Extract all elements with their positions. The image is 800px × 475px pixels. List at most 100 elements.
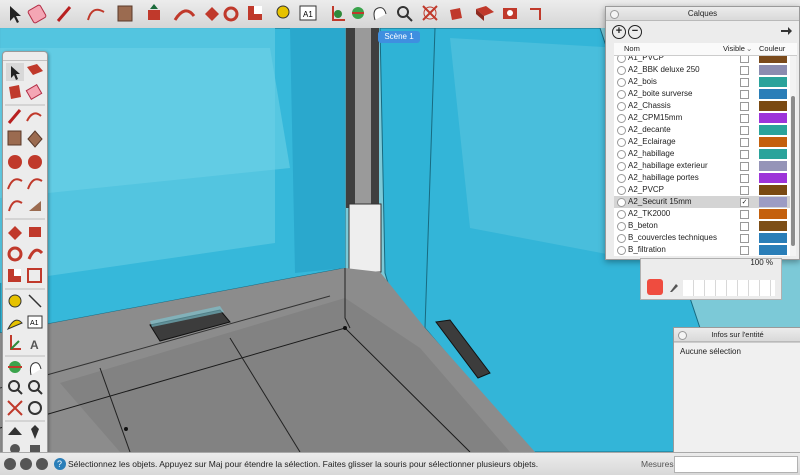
layer-color-swatch[interactable] [759,209,787,219]
3dtext-icon[interactable]: A [30,338,39,352]
active-layer-radio[interactable] [617,246,626,255]
layer-row[interactable]: B_filtration [614,244,790,256]
layer-visible-checkbox[interactable]: ✓ [740,198,749,207]
layer-row[interactable]: A2_habillage portes [614,172,790,184]
active-layer-radio[interactable] [617,56,626,63]
layer-visible-checkbox[interactable] [740,150,749,159]
layer-row[interactable]: A2_TK2000 [614,208,790,220]
active-layer-radio[interactable] [617,102,626,111]
layer-row[interactable]: A2_boite surverse [614,88,790,100]
layer-color-swatch[interactable] [759,173,787,183]
help-icon[interactable]: ? [54,458,66,470]
pan-icon[interactable] [352,7,364,19]
tab-scene-1[interactable]: Scène 1 [378,31,420,43]
position-camera-icon[interactable] [8,427,22,435]
follow-me-icon[interactable] [173,9,196,21]
pencil-icon[interactable] [7,109,22,124]
scroll-thumb[interactable] [791,96,795,246]
paint-bucket-icon[interactable] [450,8,462,20]
hand-icon[interactable] [373,7,387,21]
layer-color-swatch[interactable] [759,149,787,159]
rectangle-icon[interactable] [117,5,133,22]
layer-visible-checkbox[interactable] [740,210,749,219]
pencil-icon[interactable] [56,6,72,22]
tape-icon[interactable] [8,294,22,308]
active-layer-radio[interactable] [617,126,626,135]
header-name[interactable]: Nom [624,43,640,55]
layer-visible-checkbox[interactable] [740,90,749,99]
component-icon[interactable] [476,6,494,21]
layer-row[interactable]: A2_Securit 15mm ✓ [614,196,790,208]
zoomextents-icon[interactable] [7,400,23,416]
walk-icon[interactable] [31,425,39,439]
active-layer-radio[interactable] [617,78,626,87]
zoom-icon[interactable] [397,6,413,22]
tape-measure-icon[interactable] [276,5,290,19]
layer-color-swatch[interactable] [759,113,787,123]
layer-row[interactable]: A2_CPM15mm [614,112,790,124]
layer-visible-checkbox[interactable] [740,56,749,63]
active-layer-radio[interactable] [617,150,626,159]
component-icon[interactable] [27,64,43,75]
layer-visible-checkbox[interactable] [740,234,749,243]
text-label-icon[interactable]: A1 [299,5,317,21]
zoomwindow-icon[interactable] [28,380,43,395]
header-color[interactable]: Couleur [759,43,785,55]
select-arrow-icon[interactable] [10,6,21,23]
layer-color-swatch[interactable] [759,185,787,195]
move-icon[interactable] [205,7,219,21]
arc-icon[interactable] [87,8,105,21]
push-pull-icon[interactable] [148,4,160,20]
layer-visible-checkbox[interactable] [740,162,749,171]
measurements-field[interactable] [674,456,798,473]
user-icon[interactable] [36,458,48,470]
rectangle-icon[interactable] [7,130,22,146]
layer-color-swatch[interactable] [759,89,787,99]
eyedropper-icon[interactable] [669,281,679,293]
layer-visible-checkbox[interactable] [740,78,749,87]
layer-visible-checkbox[interactable] [740,102,749,111]
swatch-grid[interactable] [683,280,775,296]
eraser-icon[interactable] [27,4,47,24]
pie-icon[interactable] [8,200,23,212]
layer-visible-checkbox[interactable] [740,126,749,135]
dimension-icon[interactable] [28,294,42,308]
scale-icon[interactable] [8,269,21,282]
arc2-icon[interactable] [27,178,43,190]
layer-color-swatch[interactable] [759,161,787,171]
close-icon[interactable] [610,10,619,19]
layer-color-swatch[interactable] [759,77,787,87]
layer-row[interactable]: A1_PVCP [614,56,790,64]
layer-row[interactable]: A2_decante [614,124,790,136]
layers-scrollbar[interactable] [790,56,796,256]
move-icon[interactable] [8,226,22,240]
layer-color-swatch[interactable] [759,101,787,111]
freehand-icon[interactable] [26,112,42,122]
layer-color-swatch[interactable] [759,137,787,147]
active-color-swatch[interactable] [647,279,663,295]
layer-color-swatch[interactable] [759,233,787,243]
layer-visible-checkbox[interactable] [740,66,749,75]
rotate-icon[interactable] [223,6,239,22]
active-layer-radio[interactable] [617,66,626,75]
active-layer-radio[interactable] [617,114,626,123]
layer-color-swatch[interactable] [759,245,787,255]
layer-color-swatch[interactable] [759,56,787,63]
layer-visible-checkbox[interactable] [740,114,749,123]
layer-visible-checkbox[interactable] [740,222,749,231]
layer-color-swatch[interactable] [759,221,787,231]
circle-icon[interactable] [8,155,22,169]
previous-icon[interactable] [28,401,42,415]
layer-color-swatch[interactable] [759,125,787,135]
scale-icon[interactable] [248,6,262,20]
axes-icon[interactable] [10,335,21,350]
rotate-icon[interactable] [7,246,23,262]
axes-icon[interactable] [332,6,345,21]
layer-row[interactable]: A2_bois [614,76,790,88]
remove-layer-button[interactable]: − [628,25,642,39]
layer-row[interactable]: A2_habillage [614,148,790,160]
active-layer-radio[interactable] [617,210,626,219]
zoom-extents-icon[interactable] [422,5,438,21]
walk-icon[interactable] [530,8,541,20]
layer-color-swatch[interactable] [759,65,787,75]
